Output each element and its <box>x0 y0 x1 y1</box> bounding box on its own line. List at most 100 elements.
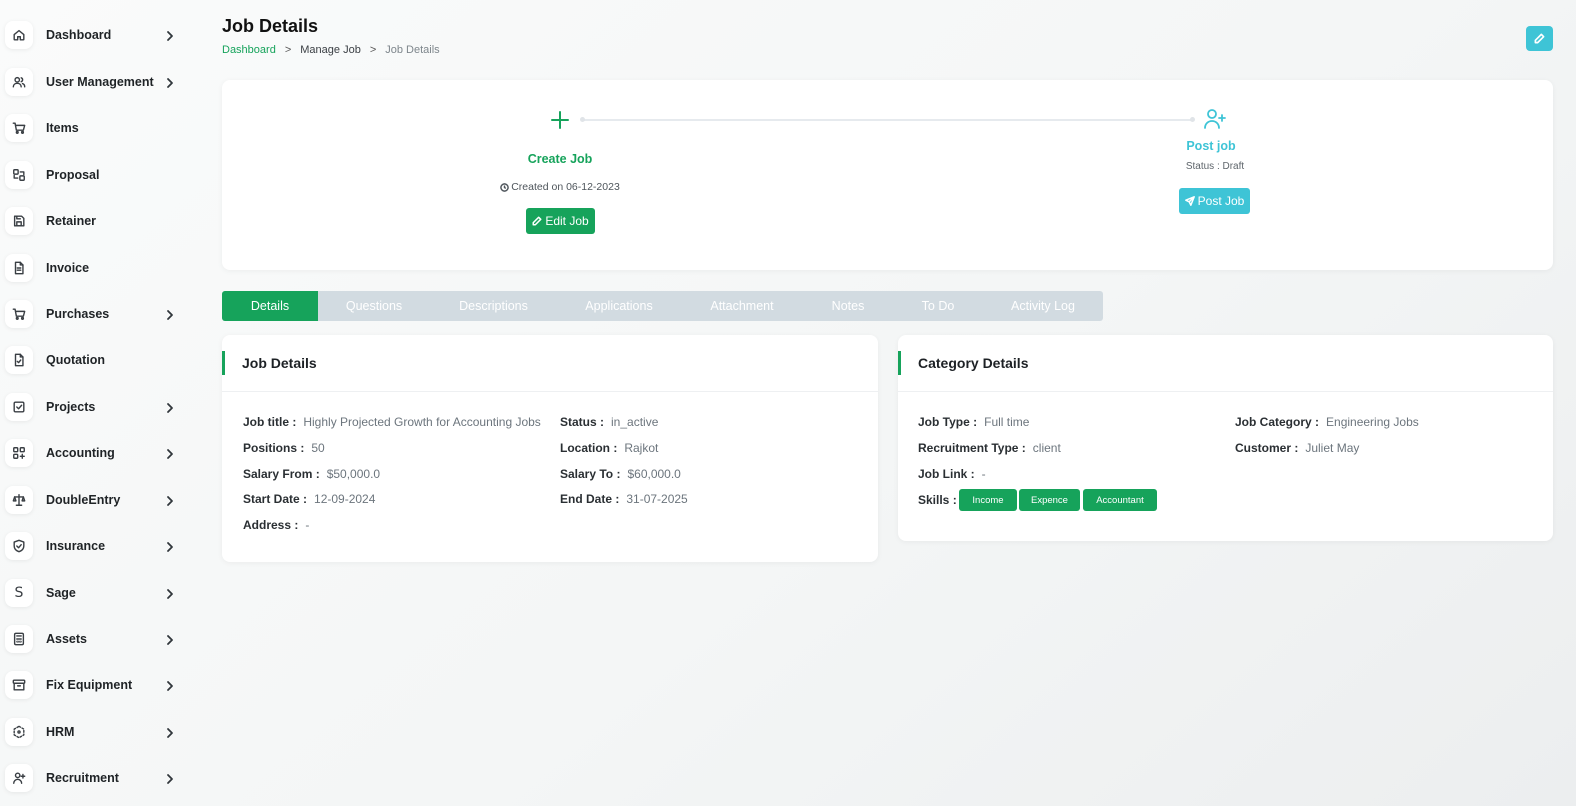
field-value: client <box>1032 441 1061 455</box>
sidebar-item-quotation[interactable]: Quotation <box>0 338 200 382</box>
field-label: Location : <box>560 441 618 455</box>
cart-icon <box>5 114 33 142</box>
tab-to-do[interactable]: To Do <box>893 291 983 321</box>
sidebar-item-label: Projects <box>46 400 96 414</box>
sidebar-item-hrm[interactable]: HRM <box>0 710 200 754</box>
skill-badge: Expence <box>1019 489 1080 511</box>
recruitment-type-field: Recruitment Type : client <box>918 441 1061 455</box>
tab-activity-log[interactable]: Activity Log <box>983 291 1103 321</box>
field-label: Address : <box>243 518 299 532</box>
sidebar-item-fix-equipment[interactable]: Fix Equipment <box>0 663 200 707</box>
send-icon <box>1184 196 1195 206</box>
save-icon <box>5 207 33 235</box>
user-plus-icon <box>1203 107 1227 131</box>
clock-icon <box>500 182 510 192</box>
pencil-icon <box>532 216 542 226</box>
card-header: Category Details <box>898 335 1553 392</box>
sidebar-item-projects[interactable]: Projects <box>0 385 200 429</box>
sidebar-item-user-management[interactable]: User Management <box>0 60 200 104</box>
edit-job-label: Edit Job <box>545 214 589 228</box>
field-value: $60,000.0 <box>627 467 681 481</box>
sidebar-item-label: Accounting <box>46 446 115 460</box>
field-label: End Date : <box>560 492 620 506</box>
chevron-right-icon <box>164 76 176 88</box>
start-date-field: Start Date : 12-09-2024 <box>243 492 375 506</box>
tab-descriptions[interactable]: Descriptions <box>430 291 557 321</box>
sidebar-item-label: Sage <box>46 586 76 600</box>
job-details-card: Job Details Job title : Highly Projected… <box>222 335 878 562</box>
edit-job-button[interactable]: Edit Job <box>526 208 595 234</box>
category-details-card: Category Details Job Type : Full time Re… <box>898 335 1553 541</box>
created-date-text: Created on 06-12-2023 <box>511 181 620 193</box>
sidebar-item-label: Insurance <box>46 539 106 553</box>
breadcrumb-separator: > <box>284 44 292 56</box>
field-value: Full time <box>984 415 1030 429</box>
salary-to-field: Salary To : $60,000.0 <box>560 467 681 481</box>
sidebar-item-sage[interactable]: S Sage <box>0 571 200 615</box>
sidebar-item-label: Items <box>46 121 79 135</box>
sidebar-item-label: DoubleEntry <box>46 493 121 507</box>
edit-button[interactable] <box>1526 26 1553 51</box>
end-date-field: End Date : 31-07-2025 <box>560 492 688 506</box>
field-value: 12-09-2024 <box>314 492 376 506</box>
job-type-field: Job Type : Full time <box>918 415 1029 429</box>
sidebar-item-doubleentry[interactable]: DoubleEntry <box>0 478 200 522</box>
field-label: Positions : <box>243 441 305 455</box>
job-title-field: Job title : Highly Projected Growth for … <box>243 415 541 429</box>
job-progress-card: Create Job Created on 06-12-2023 Edit Jo… <box>222 80 1553 270</box>
sidebar-item-dashboard[interactable]: Dashboard <box>0 13 200 57</box>
job-tabs: Details Questions Descriptions Applicati… <box>222 291 1103 321</box>
progress-dot <box>580 117 585 122</box>
field-label: Customer : <box>1235 441 1299 455</box>
sidebar-item-accounting[interactable]: Accounting <box>0 431 200 475</box>
create-job-step-label: Create Job <box>527 152 593 166</box>
breadcrumb-manage-job-link[interactable]: Manage Job <box>300 44 361 56</box>
tab-notes[interactable]: Notes <box>803 291 893 321</box>
field-value: 50 <box>311 441 325 455</box>
progress-line <box>582 119 1194 121</box>
field-label: Status : <box>560 415 605 429</box>
field-value: - <box>981 467 986 481</box>
field-value: 31-07-2025 <box>626 492 688 506</box>
sidebar-item-invoice[interactable]: Invoice <box>0 246 200 290</box>
sidebar-item-recruitment[interactable]: Recruitment <box>0 756 200 800</box>
sidebar-item-insurance[interactable]: Insurance <box>0 524 200 568</box>
shield-check-icon <box>5 532 33 560</box>
sidebar-item-items[interactable]: Items <box>0 106 200 150</box>
user-plus-icon <box>5 764 33 792</box>
sidebar-item-assets[interactable]: Assets <box>0 617 200 661</box>
post-job-button[interactable]: Post Job <box>1179 188 1250 214</box>
status-field: Status : in_active <box>560 415 658 429</box>
field-label: Job Category : <box>1235 415 1320 429</box>
breadcrumb-dashboard-link[interactable]: Dashboard <box>222 44 276 56</box>
sidebar-item-label: Quotation <box>46 353 106 367</box>
sidebar-item-label: Retainer <box>46 214 97 228</box>
field-value: Rajkot <box>624 441 659 455</box>
tab-attachment[interactable]: Attachment <box>681 291 803 321</box>
field-value: - <box>305 518 310 532</box>
plus-icon <box>548 108 572 132</box>
skill-badge: Accountant <box>1083 489 1157 511</box>
chevron-right-icon <box>164 726 176 738</box>
sidebar-item-retainer[interactable]: Retainer <box>0 199 200 243</box>
salary-from-field: Salary From : $50,000.0 <box>243 467 380 481</box>
sidebar-item-proposal[interactable]: Proposal <box>0 153 200 197</box>
scale-icon <box>5 486 33 514</box>
tab-details[interactable]: Details <box>222 291 318 321</box>
field-label: Job Type : <box>918 415 978 429</box>
field-label: Recruitment Type : <box>918 441 1026 455</box>
card-header: Job Details <box>222 335 878 392</box>
field-label: Skills : <box>918 493 957 507</box>
archive-icon <box>5 671 33 699</box>
created-date: Created on 06-12-2023 <box>460 181 660 193</box>
job-status-text: Status : Draft <box>1185 161 1245 172</box>
card-title: Category Details <box>918 355 1029 371</box>
tab-applications[interactable]: Applications <box>557 291 681 321</box>
page-title: Job Details <box>222 16 319 36</box>
grid-plus-icon <box>5 439 33 467</box>
sidebar-item-purchases[interactable]: Purchases <box>0 292 200 336</box>
field-value: Engineering Jobs <box>1326 415 1419 429</box>
post-job-label: Post Job <box>1197 194 1245 208</box>
hexagon-icon <box>5 718 33 746</box>
tab-questions[interactable]: Questions <box>318 291 430 321</box>
